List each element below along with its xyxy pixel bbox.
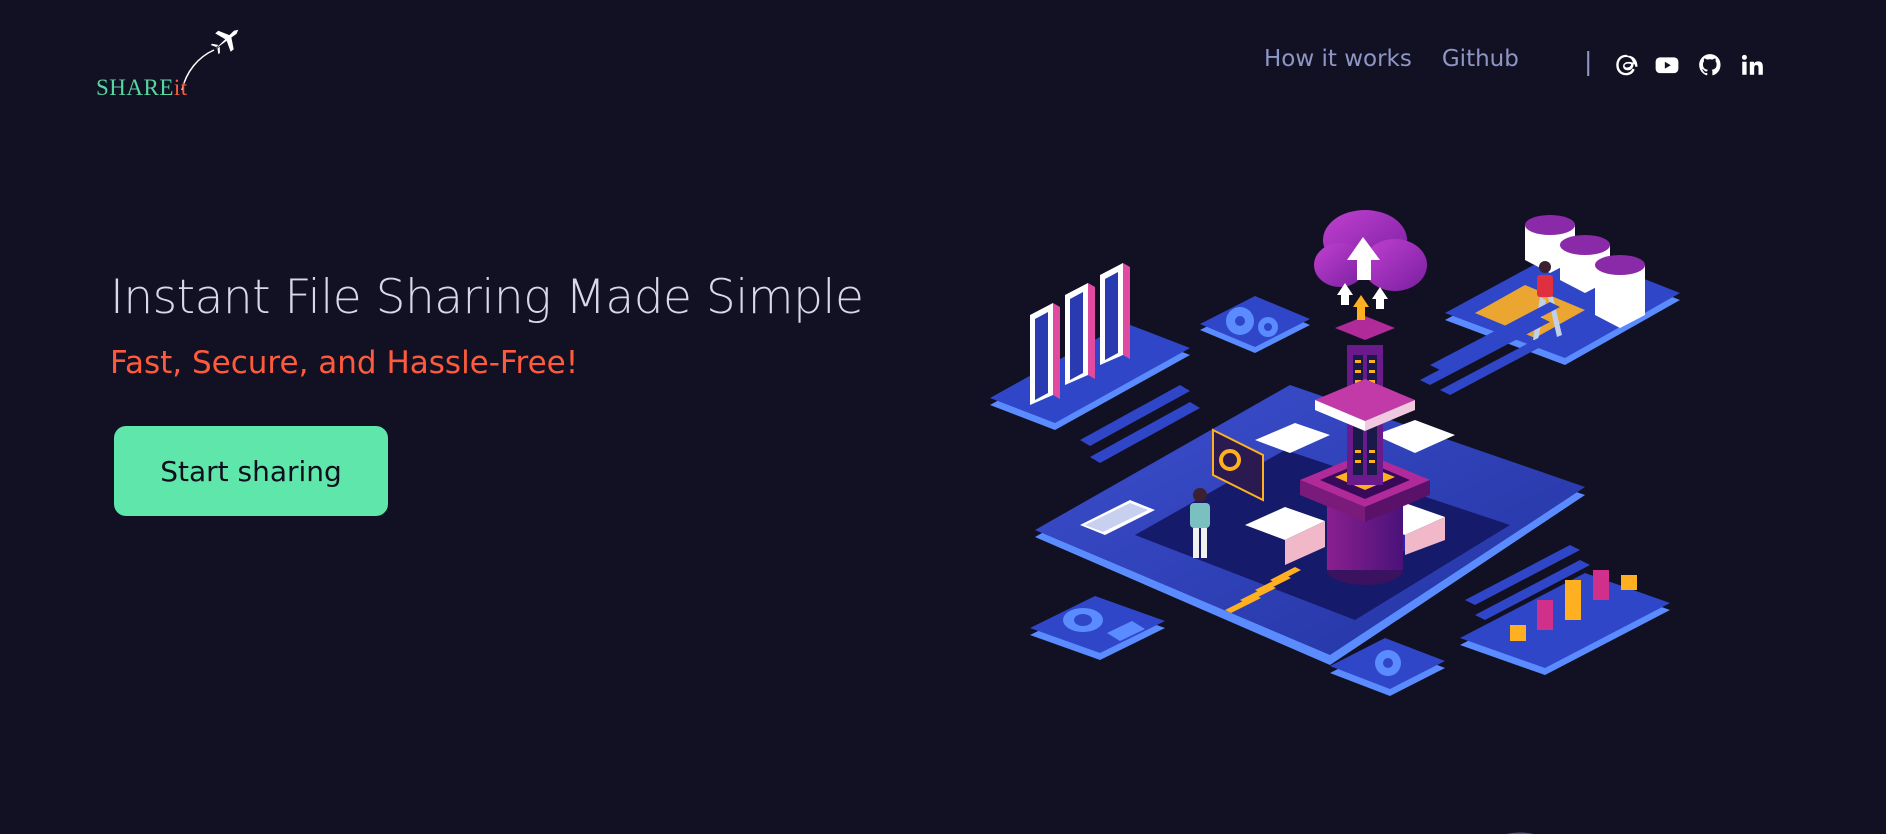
top-nav: How it works Github: [1264, 46, 1549, 72]
logo-text-accent: it: [173, 75, 188, 100]
start-sharing-button[interactable]: Start sharing: [114, 426, 388, 516]
logo-text-main: SHARE: [96, 75, 174, 100]
landing-page: SHAREit How it works Github | Instant Fi…: [0, 0, 1886, 834]
nav-github[interactable]: Github: [1442, 46, 1519, 72]
logo-text: SHAREit: [96, 75, 188, 101]
threads-icon[interactable]: [1613, 52, 1639, 78]
logo[interactable]: SHAREit: [96, 22, 246, 104]
nav-how-it-works[interactable]: How it works: [1264, 46, 1412, 72]
hero-title: Instant File Sharing Made Simple: [110, 270, 864, 325]
isometric-data-center-illustration: [990, 210, 1680, 696]
youtube-icon[interactable]: [1654, 52, 1680, 78]
linkedin-icon[interactable]: [1739, 52, 1765, 78]
decorative-arc: [1506, 832, 1534, 834]
github-icon[interactable]: [1697, 52, 1723, 78]
nav-separator: |: [1584, 47, 1593, 76]
hero-subtitle: Fast, Secure, and Hassle-Free!: [110, 345, 579, 381]
